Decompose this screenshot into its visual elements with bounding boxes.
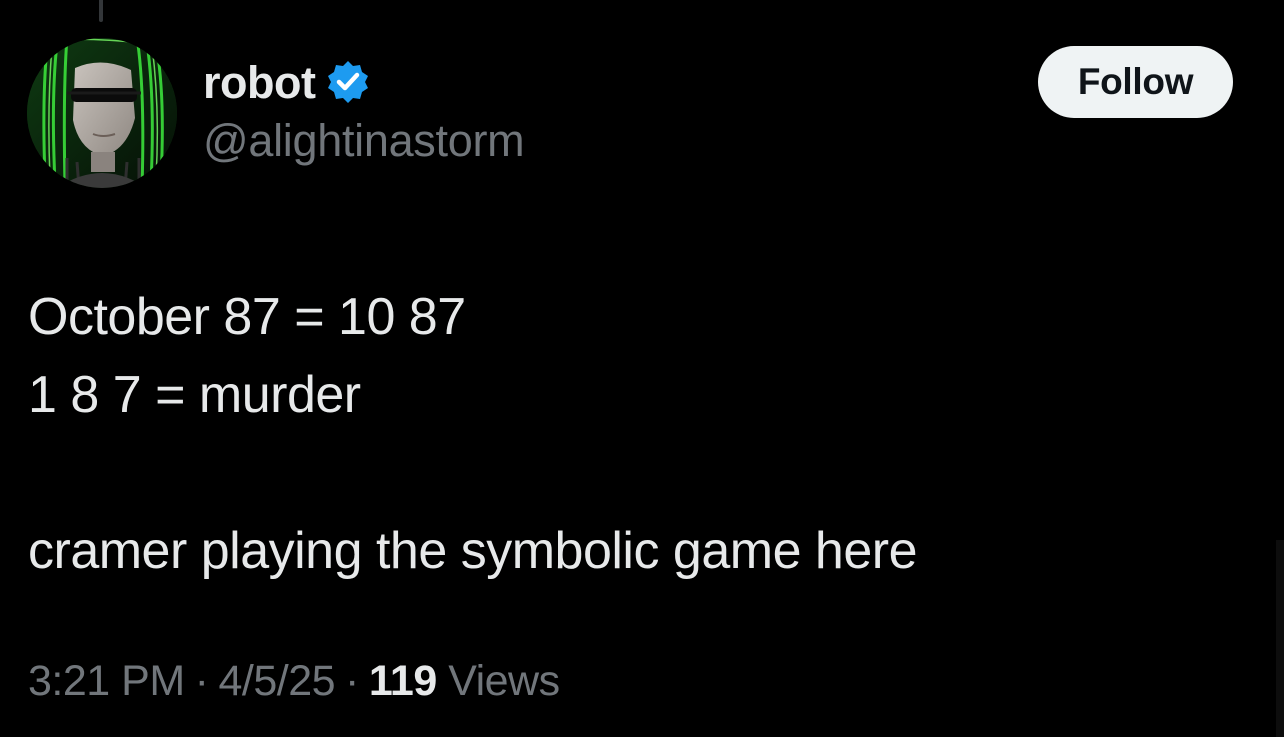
tweet-line: October 87 = 10 87: [28, 288, 466, 346]
avatar-image: [27, 38, 177, 188]
tweet-time[interactable]: 3:21 PM: [28, 657, 185, 705]
meta-separator: ·: [345, 657, 359, 705]
tweet-date[interactable]: 4/5/25: [218, 657, 335, 705]
tweet-line: 1 8 7 = murder: [28, 366, 361, 424]
tweet-metadata: 3:21 PM · 4/5/25 · 119 Views: [28, 660, 560, 703]
views-label: Views: [448, 657, 560, 705]
verified-badge-icon: [325, 59, 371, 105]
meta-separator: ·: [194, 657, 209, 705]
author-name-row[interactable]: robot: [203, 52, 371, 112]
scrollbar[interactable]: [1276, 540, 1284, 737]
author-handle[interactable]: @alightinastorm: [203, 118, 525, 163]
author-display-name[interactable]: robot: [203, 60, 316, 105]
tweet-line: cramer playing the symbolic game here: [28, 522, 918, 580]
tweet-text: October 87 = 10 87 1 8 7 = murder cramer…: [28, 278, 1248, 590]
thread-connector-line: [99, 0, 103, 22]
avatar[interactable]: [27, 38, 177, 188]
views-count: 119: [368, 657, 437, 705]
follow-button[interactable]: Follow: [1038, 46, 1233, 118]
